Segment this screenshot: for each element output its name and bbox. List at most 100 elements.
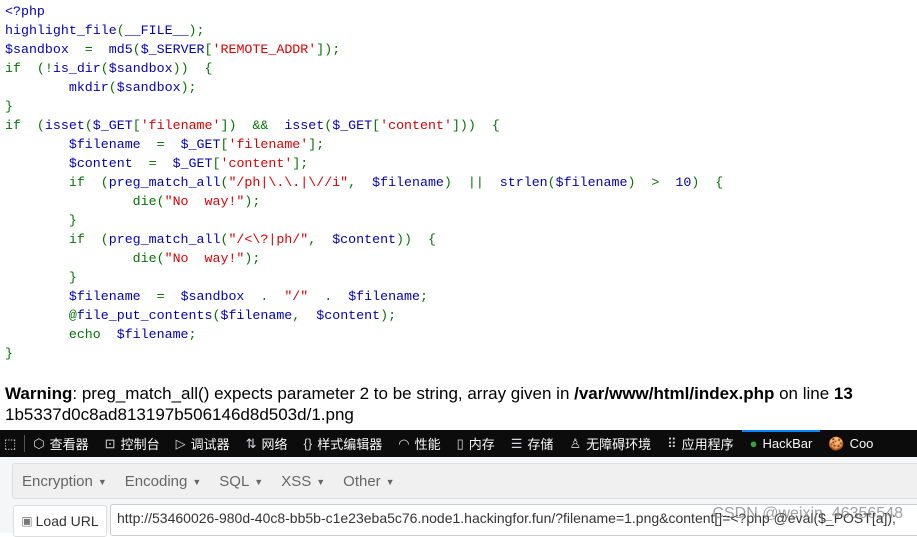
code-token: die( <box>5 194 165 209</box>
devtools-tab-label: 查看器 <box>49 437 89 452</box>
code-token: , <box>348 175 373 190</box>
hackbar-menu-xss[interactable]: XSS ▼ <box>272 473 334 490</box>
code-token: is_dir <box>52 61 101 76</box>
hackbar-menu-sql[interactable]: SQL ▼ <box>210 473 272 490</box>
code-token: $sandbox <box>108 61 173 76</box>
code-token: . <box>308 289 349 304</box>
code-line: mkdir($sandbox); <box>5 78 723 97</box>
code-line: $content = $_GET['content']; <box>5 154 723 173</box>
devtools-tab-label: 内存 <box>468 437 495 452</box>
code-token: $sandbox <box>180 289 245 304</box>
code-token: ; <box>420 289 428 304</box>
devtools-tab[interactable]: {} 样式编辑器 <box>296 430 391 457</box>
code-token: ); <box>180 80 197 95</box>
code-token: [ <box>372 118 381 133</box>
devtools-tab-label: 样式编辑器 <box>317 437 383 452</box>
code-line: } <box>5 268 723 287</box>
code-line: $sandbox = md5($_SERVER['REMOTE_ADDR']); <box>5 40 723 59</box>
debugger-icon: ▷ <box>175 435 186 451</box>
php-warning: Warning: preg_match_all() expects parame… <box>5 384 853 404</box>
devtools-tab[interactable]: ⊡ 控制台 <box>97 430 168 457</box>
load-url-label: Load URL <box>35 513 99 529</box>
code-token: $filename <box>68 137 141 152</box>
code-line: if (!is_dir($sandbox)) { <box>5 59 723 78</box>
code-token: echo <box>5 327 117 342</box>
devtools-tab[interactable]: ⠿ 应用程序 <box>659 430 742 457</box>
hackbar-menu-other[interactable]: Other ▼ <box>334 473 403 490</box>
devtools-tab-label: 性能 <box>414 437 441 452</box>
devtools-tab[interactable]: ⬡ 查看器 <box>25 430 96 457</box>
code-line: die("No way!"); <box>5 249 723 268</box>
code-line: } <box>5 97 723 116</box>
code-token: )) { <box>172 61 213 76</box>
code-token: $_GET <box>180 137 221 152</box>
code-token: ])) { <box>451 118 500 133</box>
code-token: = <box>140 137 181 152</box>
code-token: $sandbox <box>116 80 181 95</box>
code-token: 'content' <box>380 118 452 133</box>
cookie-icon: 🍪 <box>828 435 845 451</box>
code-token: = <box>140 289 181 304</box>
code-token: = <box>132 156 173 171</box>
devtools-tab[interactable]: ♙ 无障碍环境 <box>561 430 659 457</box>
code-token: strlen <box>499 175 548 190</box>
devtools-tab-label: 调试器 <box>190 437 230 452</box>
hackbar-menu-encryption[interactable]: Encryption ▼ <box>13 473 116 490</box>
code-token: [ <box>204 42 213 57</box>
code-token: "/" <box>284 289 309 304</box>
code-token: md5 <box>108 42 133 57</box>
code-token: ) > <box>627 175 676 190</box>
code-token: ( <box>132 42 141 57</box>
devtools-tab[interactable]: ☰ 存储 <box>503 430 562 457</box>
devtools-tab[interactable]: ● HackBar <box>741 430 821 457</box>
code-token: )) { <box>396 232 436 247</box>
storage-icon: ☰ <box>510 435 523 451</box>
load-url-button[interactable]: ▣ Load URL <box>13 505 107 537</box>
code-token: , <box>308 232 333 247</box>
code-token: } <box>5 213 77 228</box>
warning-text: : preg_match_all() expects parameter 2 t… <box>72 384 575 403</box>
devtools-tab-label: 网络 <box>261 437 288 452</box>
devtools-tab[interactable]: ▷ 调试器 <box>168 430 238 457</box>
devtools-tab[interactable]: ▯ 内存 <box>449 430 503 457</box>
code-token: . <box>244 289 285 304</box>
code-token: ]; <box>292 156 309 171</box>
element-picker-icon[interactable]: ⬚ <box>0 435 26 452</box>
warning-line: 13 <box>833 384 853 403</box>
hackbar-menu: Encryption ▼ Encoding ▼ SQL ▼ XSS ▼ Other ▼ <box>12 463 917 499</box>
code-token: $sandbox <box>5 42 69 57</box>
code-token: , <box>292 308 317 323</box>
code-line: } <box>5 344 723 363</box>
accessibility-icon: ♙ <box>569 435 582 451</box>
code-token: $filename <box>220 308 293 323</box>
code-token: @ <box>5 308 77 323</box>
code-token: if ( <box>5 232 109 247</box>
devtools-tab[interactable]: ⇅ 网络 <box>238 430 296 457</box>
code-token: ( <box>100 61 109 76</box>
code-token: file_put_contents <box>76 308 213 323</box>
menu-label: Encryption <box>22 472 93 490</box>
menu-label: XSS <box>281 472 312 490</box>
caret-down-icon: ▼ <box>316 476 326 487</box>
code-token: ( <box>108 80 117 95</box>
php-source-code: <?php highlight_file(__FILE__); $sandbox =… <box>5 2 723 363</box>
code-token: $_GET <box>172 156 213 171</box>
code-token: ( <box>84 118 93 133</box>
devtools-tab-label: HackBar <box>762 436 813 451</box>
warning-label: Warning <box>5 384 73 403</box>
network-icon: ⇅ <box>245 435 257 451</box>
hackbar-menu-encoding[interactable]: Encoding ▼ <box>116 473 210 490</box>
code-token: $_GET <box>332 118 373 133</box>
code-token: "/<\?|ph/" <box>228 232 309 247</box>
code-token: if ( <box>5 175 109 190</box>
caret-down-icon: ▼ <box>254 476 264 487</box>
application-icon: ⠿ <box>667 435 677 451</box>
devtools-tab[interactable]: ◠ 性能 <box>390 430 448 457</box>
devtools-tab[interactable]: 🍪 Coo <box>820 430 881 457</box>
menu-label: SQL <box>219 472 250 490</box>
code-line: } <box>5 211 723 230</box>
code-token: ]) && <box>220 118 285 133</box>
code-token: 10 <box>675 175 692 190</box>
code-token: __FILE__ <box>124 23 189 38</box>
